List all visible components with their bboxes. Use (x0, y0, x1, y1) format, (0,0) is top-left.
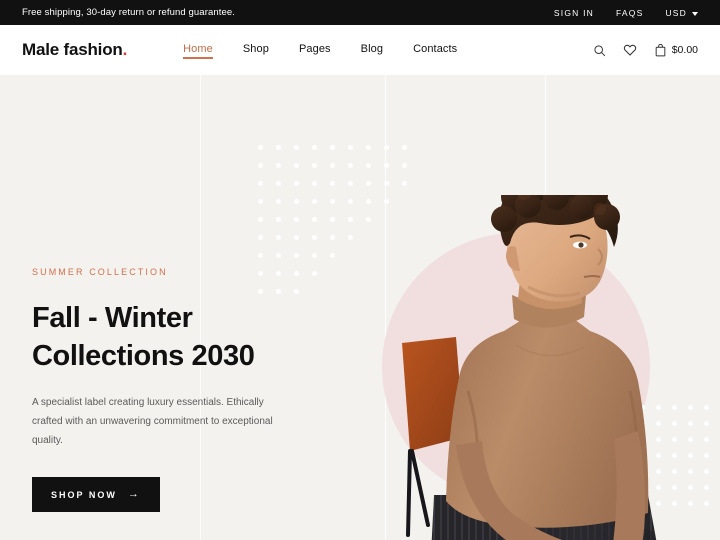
currency-selector[interactable]: USD (665, 8, 698, 18)
hero-content: SUMMER COLLECTION Fall - Winter Collecti… (32, 267, 332, 512)
chevron-down-icon (692, 11, 698, 16)
landing-page: Free shipping, 30-day return or refund g… (0, 0, 720, 540)
search-icon[interactable] (593, 44, 606, 57)
hero-title-line-2: Collections 2030 (32, 340, 255, 372)
logo-text: Male fashion (22, 40, 123, 59)
nav-item-pages[interactable]: Pages (299, 43, 331, 58)
topbar-links: SIGN IN FAQS USD (554, 8, 698, 18)
hero-description-line-2: with an unwavering commitment to excepti… (32, 416, 273, 446)
shop-now-label: SHOP NOW (51, 489, 117, 500)
cart-total: $0.00 (671, 44, 698, 56)
bag-icon (654, 43, 667, 57)
shop-now-button[interactable]: SHOP NOW → (32, 477, 160, 512)
nav-item-shop[interactable]: Shop (243, 43, 269, 58)
nav-item-blog[interactable]: Blog (361, 43, 383, 58)
hero-eyebrow: SUMMER COLLECTION (32, 267, 168, 277)
hero-description: A specialist label creating luxury essen… (32, 393, 282, 450)
main-navigation: Home Shop Pages Blog Contacts (183, 43, 457, 59)
hero-title: Fall - Winter Collections 2030 (32, 299, 332, 375)
hero-section: SUMMER COLLECTION Fall - Winter Collecti… (0, 75, 720, 540)
arrow-right-icon: → (127, 488, 141, 500)
heart-icon[interactable] (623, 43, 637, 57)
nav-item-home[interactable]: Home (183, 43, 213, 59)
currency-label: USD (665, 7, 687, 18)
header-actions: $0.00 (593, 43, 698, 57)
logo-dot: . (122, 40, 128, 59)
top-announcement-bar: Free shipping, 30-day return or refund g… (0, 0, 720, 25)
hero-model-image (398, 165, 698, 540)
site-logo[interactable]: Male fashion. (22, 40, 127, 60)
faqs-link[interactable]: FAQS (616, 8, 643, 18)
nav-item-contacts[interactable]: Contacts (413, 43, 457, 58)
site-header: Male fashion. Home Shop Pages Blog Conta… (0, 25, 720, 75)
sign-in-link[interactable]: SIGN IN (554, 8, 594, 18)
cart-button[interactable]: $0.00 (654, 43, 698, 57)
hero-title-line-1: Fall - Winter (32, 302, 193, 334)
shipping-message: Free shipping, 30-day return or refund g… (22, 7, 235, 18)
